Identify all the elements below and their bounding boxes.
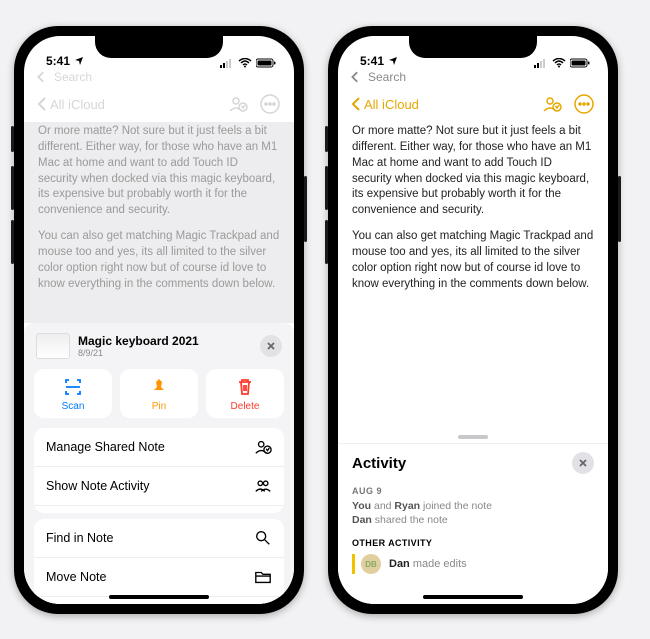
person-badge-icon xyxy=(542,94,562,114)
send-a-copy[interactable]: Send a Copy xyxy=(34,506,284,513)
search-icon xyxy=(254,529,272,547)
chevron-left-icon xyxy=(36,71,48,83)
notch xyxy=(409,36,537,58)
note-paragraph: Or more matte? Not sure but it just feel… xyxy=(38,124,280,219)
show-note-activity[interactable]: Show Note Activity xyxy=(34,467,284,506)
folder-icon xyxy=(254,568,272,586)
move-note[interactable]: Move Note xyxy=(34,558,284,597)
person-badge-icon xyxy=(254,438,272,456)
close-icon xyxy=(266,341,276,351)
nav-bar: All iCloud xyxy=(338,88,608,122)
person-badge-icon xyxy=(228,94,248,114)
location-icon xyxy=(74,56,84,66)
sheet-title: Magic keyboard 2021 xyxy=(78,334,199,348)
battery-icon xyxy=(256,58,276,68)
back-button[interactable]: All iCloud xyxy=(36,96,105,112)
wifi-icon xyxy=(552,58,566,68)
more-button[interactable] xyxy=(572,92,596,116)
scan-icon xyxy=(63,377,83,397)
action-sheet: Magic keyboard 2021 8/9/21 Scan Pin xyxy=(24,323,294,604)
pin-icon xyxy=(149,377,169,397)
ellipsis-circle-icon xyxy=(260,94,280,114)
home-indicator[interactable] xyxy=(423,595,523,599)
close-button[interactable] xyxy=(572,452,594,474)
pin-label: Pin xyxy=(152,401,166,412)
activity-title: Activity xyxy=(352,455,406,472)
wifi-icon xyxy=(238,58,252,68)
pin-button[interactable]: Pin xyxy=(120,369,198,418)
more-button[interactable] xyxy=(258,92,282,116)
location-icon xyxy=(388,56,398,66)
collaborate-button[interactable] xyxy=(226,92,250,116)
notch xyxy=(95,36,223,58)
close-button[interactable] xyxy=(260,335,282,357)
battery-icon xyxy=(570,58,590,68)
trash-icon xyxy=(235,377,255,397)
activity-entry: Dan shared the note xyxy=(352,514,594,526)
delete-button[interactable]: Delete xyxy=(206,369,284,418)
note-content[interactable]: Or more matte? Not sure but it just feel… xyxy=(338,122,608,305)
phone-left: 5:41 Search All iCloud xyxy=(14,26,304,614)
back-button[interactable]: All iCloud xyxy=(350,96,419,112)
delete-label: Delete xyxy=(231,401,260,412)
close-icon xyxy=(578,458,588,468)
menu-label: Manage Shared Note xyxy=(46,440,165,454)
activity-date: AUG 9 xyxy=(352,486,594,496)
back-label: All iCloud xyxy=(364,97,419,112)
activity-panel: Activity AUG 9 You and Ryan joined the n… xyxy=(338,443,608,604)
home-indicator[interactable] xyxy=(109,595,209,599)
menu-group-1: Manage Shared Note Show Note Activity Se… xyxy=(34,428,284,513)
menu-label: Move Note xyxy=(46,570,106,584)
menu-label: Find in Note xyxy=(46,531,113,545)
note-paragraph: Or more matte? Not sure but it just feel… xyxy=(352,124,594,219)
signal-icon xyxy=(534,58,548,68)
menu-label: Show Note Activity xyxy=(46,479,150,493)
people-icon xyxy=(254,477,272,495)
chevron-left-icon xyxy=(350,96,362,112)
ellipsis-circle-icon xyxy=(574,94,594,114)
signal-icon xyxy=(220,58,234,68)
note-thumbnail xyxy=(36,333,70,359)
menu-group-2: Find in Note Move Note Lines & Grids xyxy=(34,519,284,604)
note-paragraph: You can also get matching Magic Trackpad… xyxy=(38,229,280,292)
chevron-left-icon xyxy=(36,96,48,112)
nav-bar: All iCloud xyxy=(24,88,294,122)
chevron-left-icon xyxy=(350,71,362,83)
manage-shared-note[interactable]: Manage Shared Note xyxy=(34,428,284,467)
search-label: Search xyxy=(368,70,406,84)
search-label: Search xyxy=(54,70,92,84)
back-label: All iCloud xyxy=(50,97,105,112)
search-row: Search xyxy=(24,70,294,88)
activity-edit-entry[interactable]: DB Dan made edits xyxy=(352,554,594,574)
status-time: 5:41 xyxy=(46,54,70,68)
collaborate-button[interactable] xyxy=(540,92,564,116)
find-in-note[interactable]: Find in Note xyxy=(34,519,284,558)
status-time: 5:41 xyxy=(360,54,384,68)
activity-section-header: OTHER ACTIVITY xyxy=(352,538,594,548)
activity-entry: You and Ryan joined the note xyxy=(352,500,594,512)
avatar: DB xyxy=(361,554,381,574)
phone-right: 5:41 Search All iCloud xyxy=(328,26,618,614)
note-paragraph: You can also get matching Magic Trackpad… xyxy=(352,229,594,292)
scan-button[interactable]: Scan xyxy=(34,369,112,418)
sheet-date: 8/9/21 xyxy=(78,348,199,358)
note-content: Or more matte? Not sure but it just feel… xyxy=(24,122,294,323)
sheet-grabber[interactable] xyxy=(458,435,488,439)
scan-label: Scan xyxy=(62,401,85,412)
search-row: Search xyxy=(338,70,608,88)
